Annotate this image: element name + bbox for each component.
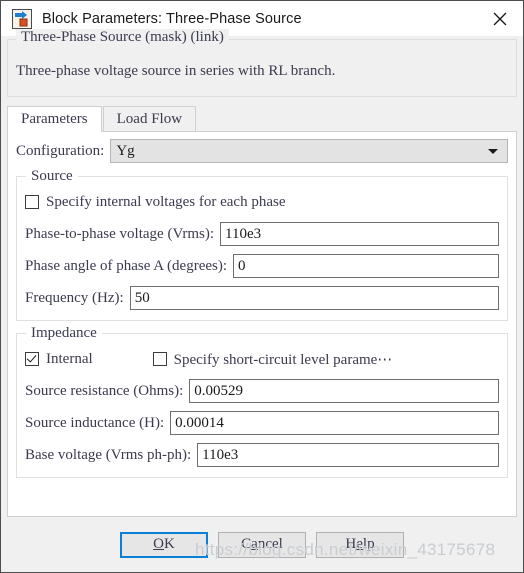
specify-internal-voltages-label: Specify internal voltages for each phase — [46, 193, 286, 210]
impedance-checkbox-row: Internal Specify short-circuit level par… — [25, 348, 499, 370]
help-rest: lp — [362, 536, 375, 552]
window-title: Block Parameters: Three-Phase Source — [42, 10, 302, 27]
configuration-dropdown[interactable]: Yg — [110, 139, 508, 163]
phase-to-phase-voltage-input[interactable] — [220, 222, 499, 246]
help-pre: H — [345, 536, 357, 552]
checkbox-box — [152, 352, 167, 366]
source-resistance-input[interactable] — [189, 379, 499, 403]
phase-angle-label: Phase angle of phase A (degrees): — [25, 257, 228, 274]
cancel-pre: C — [241, 536, 252, 552]
phase-angle-row: Phase angle of phase A (degrees): — [25, 254, 499, 278]
cancel-button[interactable]: Ca ncel — [218, 531, 306, 558]
ok-button[interactable]: OK — [120, 531, 208, 558]
cancel-rest: ncel — [257, 536, 283, 552]
phase-to-phase-voltage-label: Phase-to-phase voltage (Vrms): — [25, 225, 215, 242]
parameters-tab-page: Configuration: Yg Source Specify interna… — [7, 131, 517, 517]
tab-strip: Parameters Load Flow — [7, 105, 517, 132]
configuration-label: Configuration: — [16, 142, 105, 159]
impedance-group: Impedance Internal Specify short-circuit… — [16, 325, 508, 478]
specify-internal-voltages-row: Specify internal voltages for each phase — [25, 191, 499, 213]
frequency-input[interactable] — [129, 286, 499, 310]
help-button[interactable]: He lp — [316, 531, 404, 558]
block-parameters-dialog: Block Parameters: Three-Phase Source Thr… — [0, 0, 524, 573]
description-panel: Three-Phase Source (mask) (link) Three-p… — [7, 29, 517, 97]
base-voltage-input[interactable] — [197, 443, 499, 467]
checkbox-box — [25, 352, 39, 366]
configuration-row: Configuration: Yg — [16, 138, 508, 164]
source-inductance-input[interactable] — [170, 411, 499, 435]
impedance-group-legend: Impedance — [26, 325, 102, 342]
specify-internal-voltages-checkbox[interactable]: Specify internal voltages for each phase — [25, 194, 286, 211]
simulink-block-icon — [12, 8, 32, 29]
configuration-value: Yg — [116, 142, 135, 159]
close-icon[interactable] — [477, 1, 523, 36]
phase-angle-input[interactable] — [233, 254, 499, 278]
source-inductance-row: Source inductance (H): — [25, 411, 499, 435]
description-text: Three-phase voltage source in series wit… — [16, 63, 336, 79]
ok-mnemonic: O — [153, 536, 164, 552]
base-voltage-row: Base voltage (Vrms ph-ph): — [25, 443, 499, 467]
source-group-legend: Source — [26, 168, 78, 185]
specify-short-circuit-label: Specify short-circuit level parame⋯ — [173, 351, 393, 368]
phase-to-phase-voltage-row: Phase-to-phase voltage (Vrms): — [25, 222, 499, 246]
internal-checkbox[interactable]: Internal — [25, 351, 93, 368]
ok-rest: K — [164, 536, 175, 552]
source-group: Source Specify internal voltages for eac… — [16, 168, 508, 321]
checkbox-box — [25, 195, 39, 209]
source-inductance-label: Source inductance (H): — [25, 414, 165, 431]
source-resistance-row: Source resistance (Ohms): — [25, 379, 499, 403]
tab-parameters[interactable]: Parameters — [7, 106, 102, 132]
source-resistance-label: Source resistance (Ohms): — [25, 382, 184, 399]
help-mnemonic: e — [356, 536, 363, 552]
frequency-label: Frequency (Hz): — [25, 289, 124, 306]
dialog-footer: OK Ca ncel He lp — [1, 517, 523, 572]
cancel-mnemonic: a — [251, 536, 258, 552]
tab-load-flow[interactable]: Load Flow — [102, 106, 197, 131]
frequency-row: Frequency (Hz): — [25, 286, 499, 310]
chevron-down-icon — [488, 149, 498, 154]
specify-short-circuit-checkbox[interactable]: Specify short-circuit level parame⋯ — [152, 350, 393, 369]
description-legend: Three-Phase Source (mask) (link) — [16, 29, 229, 46]
internal-label: Internal — [46, 350, 93, 367]
base-voltage-label: Base voltage (Vrms ph-ph): — [25, 446, 192, 463]
